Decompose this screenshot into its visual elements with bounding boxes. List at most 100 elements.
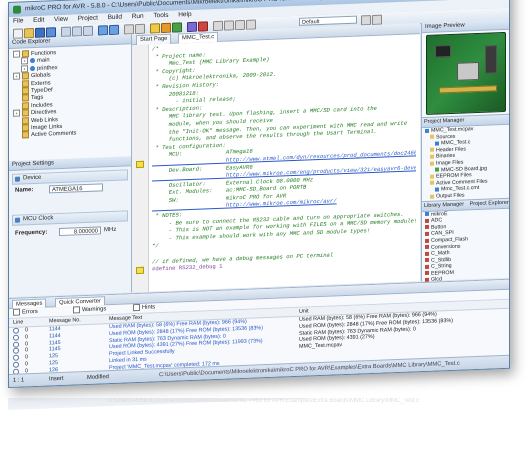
- menu-project[interactable]: Project: [74, 13, 102, 23]
- bookmark-icon[interactable]: [136, 267, 144, 275]
- reflection-fade: [8, 398, 508, 448]
- redo-icon[interactable]: [109, 24, 119, 36]
- warnings-filter[interactable]: Warnings: [73, 305, 106, 315]
- code-explorer-tree: - Functions + main + printhex + Globals Externs T…: [9, 44, 131, 139]
- project-manager-item-icon: [430, 174, 434, 179]
- library-item-label: mikroE: [431, 210, 448, 218]
- folder-icon: [22, 109, 29, 117]
- program-icon[interactable]: [172, 22, 182, 33]
- frequency-input[interactable]: 8.000000: [59, 226, 101, 237]
- project-manager-tree: MMC_Test.mcpav Sources MMC_Test.c Header Fi…: [422, 125, 510, 201]
- project-manager-item-icon: [430, 161, 434, 166]
- expand-toggle-icon[interactable]: +: [13, 72, 20, 80]
- folder-icon: [22, 131, 29, 139]
- menu-run[interactable]: Run: [128, 12, 148, 22]
- errors-checkbox[interactable]: [13, 308, 20, 316]
- frequency-label: Frequency:: [15, 229, 48, 237]
- code-explorer-label: Active Comments: [31, 130, 77, 139]
- project-manager-item-label: Output Files: [436, 192, 465, 200]
- open-folder-icon[interactable]: [24, 28, 34, 39]
- menu-build[interactable]: Build: [104, 12, 126, 22]
- cut-icon[interactable]: [61, 26, 71, 37]
- project-manager-item-icon: [430, 148, 434, 153]
- device-group[interactable]: Device: [12, 169, 128, 185]
- menu-help[interactable]: Help: [174, 10, 195, 20]
- menu-tools[interactable]: Tools: [149, 11, 172, 21]
- col-message-text[interactable]: Message Text: [109, 314, 142, 323]
- menu-view[interactable]: View: [50, 15, 72, 25]
- options-icon[interactable]: [213, 20, 223, 32]
- copy-icon[interactable]: [72, 26, 82, 37]
- library-item-label: Button: [431, 223, 447, 231]
- cursor-position: 1 : 1: [13, 377, 25, 384]
- editor-gutter[interactable]: [132, 44, 149, 293]
- expand-toggle-icon[interactable]: +: [21, 57, 28, 65]
- ide-window: mikroC PRO for AVR - 5.8.0 - C:\Users\Pu…: [8, 0, 510, 388]
- code-explorer-label: main: [37, 57, 50, 65]
- stop-icon[interactable]: [198, 21, 208, 32]
- board-image: [426, 31, 506, 115]
- save-icon[interactable]: [35, 27, 45, 38]
- expand-toggle-icon[interactable]: +: [21, 65, 28, 73]
- board-chip: [435, 44, 451, 58]
- library-item-icon: [425, 251, 429, 256]
- new-file-icon[interactable]: [13, 28, 23, 39]
- tab-mmc-test[interactable]: MMC_Test.c: [178, 31, 219, 44]
- app-icon: [13, 5, 21, 14]
- right-pane: Image Preview Project Manager MMC_Test.m…: [421, 19, 510, 343]
- library-item-icon: [425, 218, 429, 223]
- seven-segment-icon[interactable]: [246, 19, 256, 30]
- menu-file[interactable]: File: [9, 16, 27, 26]
- mcu-clock-group[interactable]: MCU Clock: [12, 210, 128, 226]
- project-manager-item-label: Header Files: [436, 146, 467, 154]
- expand-toggle-icon[interactable]: +: [13, 109, 20, 117]
- help-icon[interactable]: [372, 14, 382, 26]
- function-icon: [30, 65, 35, 71]
- col-message-no[interactable]: Message No.: [49, 316, 81, 325]
- find-icon[interactable]: [124, 24, 134, 35]
- build-config-select[interactable]: Default: [299, 15, 357, 26]
- undo-icon[interactable]: [98, 25, 108, 36]
- project-manager-item-icon: [430, 134, 434, 139]
- debug-icon[interactable]: [187, 21, 197, 33]
- expand-toggle-icon[interactable]: -: [13, 50, 20, 58]
- build-all-icon[interactable]: [161, 22, 171, 34]
- pin-header: [439, 85, 497, 94]
- device-name-select[interactable]: ATMEGA16: [49, 183, 103, 194]
- project-manager-item-icon: [435, 167, 439, 172]
- bookmark-icon[interactable]: [136, 160, 144, 169]
- folder-icon: [22, 50, 29, 58]
- folder-icon: [22, 101, 29, 110]
- project-settings-header: Project Settings: [9, 156, 131, 171]
- col-line[interactable]: Line: [13, 318, 23, 326]
- project-manager-item-icon: [430, 180, 434, 186]
- tab-start-page[interactable]: Start Page: [136, 33, 172, 46]
- folder-icon: [22, 124, 29, 132]
- save-all-icon[interactable]: [46, 27, 56, 38]
- code-text-area[interactable]: /* * Project name: Mmc_Test (MMC Library…: [152, 35, 416, 291]
- col-unit[interactable]: Unit: [299, 307, 309, 315]
- folder-icon: [22, 79, 29, 88]
- function-icon: [30, 58, 35, 64]
- ide-screenshot: mikroC PRO for AVR - 5.8.0 - C:\Users\Pu…: [0, 0, 531, 453]
- paste-icon[interactable]: [83, 25, 93, 37]
- folder-icon: [22, 94, 29, 102]
- terminal-icon[interactable]: [224, 20, 234, 31]
- build-icon[interactable]: [150, 23, 160, 34]
- warnings-checkbox[interactable]: [73, 306, 80, 314]
- edit-config-icon[interactable]: [361, 15, 371, 26]
- menu-edit[interactable]: Edit: [29, 15, 48, 25]
- library-item-icon: [425, 264, 429, 269]
- errors-filter[interactable]: Errors: [13, 308, 38, 318]
- project-manager-item-icon: [435, 141, 439, 146]
- tab-project-explorer[interactable]: Project Explorer: [470, 199, 509, 207]
- library-item-icon: [425, 271, 429, 276]
- library-item-label: EEPROM: [431, 269, 454, 277]
- tab-library-manager[interactable]: Library Manager: [424, 201, 464, 209]
- ascii-chart-icon[interactable]: [235, 19, 245, 31]
- modified-state: Modified: [87, 374, 109, 381]
- replace-icon[interactable]: [135, 23, 145, 35]
- hints-filter[interactable]: Hints: [133, 303, 155, 313]
- hints-checkbox[interactable]: [133, 303, 140, 312]
- code-editor: Start Page MMC_Test.c /* * Project name:…: [132, 23, 420, 293]
